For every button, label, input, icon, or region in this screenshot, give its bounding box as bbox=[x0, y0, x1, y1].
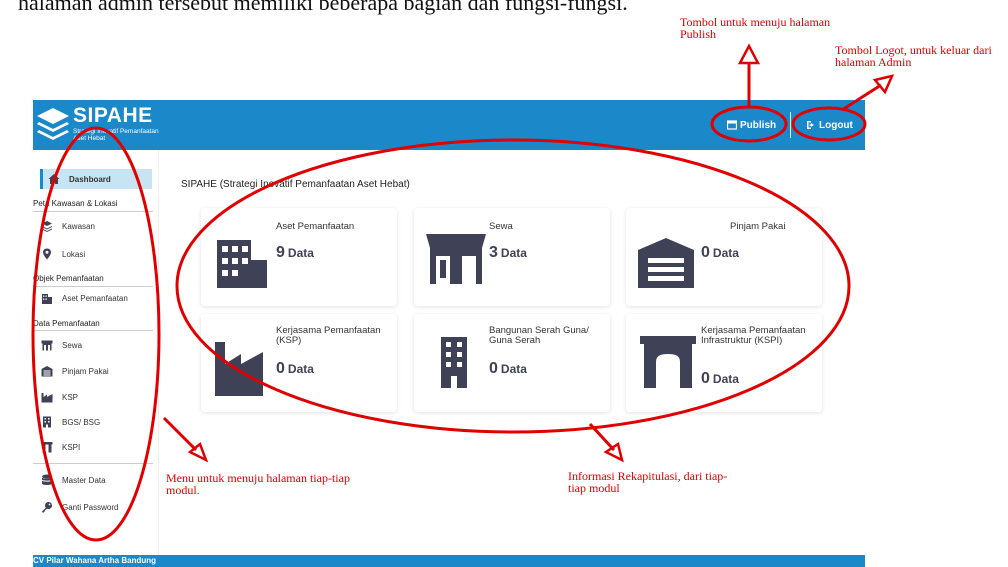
card-title: Pinjam Pakai bbox=[730, 221, 786, 232]
sidebar-item-ganti-password[interactable]: Ganti Password bbox=[41, 498, 118, 516]
archway-icon bbox=[640, 336, 696, 388]
home-icon bbox=[48, 174, 60, 184]
section-divider bbox=[33, 286, 153, 287]
section-objek: Objek Pemanfaatan bbox=[33, 274, 104, 283]
warehouse-icon bbox=[638, 238, 694, 288]
annotation-menu: Menu untuk menuju halaman tiap-tiap modu… bbox=[166, 471, 350, 497]
card-count: 0 bbox=[276, 360, 285, 377]
card-count: 0 bbox=[489, 360, 498, 377]
card-count: 9 bbox=[276, 244, 285, 261]
admin-app-window: SIPAHE Strategi Inovatif Pemanfaatan Ase… bbox=[33, 100, 865, 567]
card-count: 3 bbox=[489, 244, 498, 261]
sidebar-label: Master Data bbox=[62, 475, 106, 485]
card-title: Bangunan Serah Guna/ Guna Serah bbox=[489, 325, 589, 346]
section-data: Data Pemanfaatan bbox=[33, 319, 100, 328]
card-value: 0 Data bbox=[489, 360, 527, 378]
sidebar-label: Lokasi bbox=[62, 249, 86, 259]
annotation-info: Informasi Rekapitulasi, dari tiap-tiap m… bbox=[568, 469, 728, 495]
card-title: Kerjasama Pemanfaatan Infrastruktur (KSP… bbox=[701, 325, 806, 346]
card-aset-pemanfaatan[interactable]: Aset Pemanfaatan 9 Data bbox=[201, 208, 397, 306]
map-pin-icon bbox=[43, 248, 51, 260]
industry-icon bbox=[215, 342, 263, 396]
archway-icon bbox=[41, 442, 53, 453]
section-divider bbox=[33, 211, 153, 212]
layers-icon bbox=[42, 221, 52, 232]
sidebar-item-lokasi[interactable]: Lokasi bbox=[41, 245, 85, 263]
document-heading-line: halaman admin tersebut memiliki beberapa… bbox=[18, 0, 628, 15]
card-bgs-bsg[interactable]: Bangunan Serah Guna/ Guna Serah 0 Data bbox=[414, 314, 610, 412]
sidebar-item-kawasan[interactable]: Kawasan bbox=[41, 217, 95, 235]
sidebar-label: Pinjam Pakai bbox=[62, 366, 109, 376]
section-divider bbox=[33, 463, 153, 464]
sidebar-label: Sewa bbox=[62, 340, 83, 350]
annotation-arrowhead-logout bbox=[872, 74, 895, 95]
key-icon bbox=[42, 502, 52, 513]
sidebar-label: KSPI bbox=[62, 442, 81, 452]
card-value: 0 Data bbox=[276, 360, 314, 378]
card-value: 9 Data bbox=[276, 244, 314, 262]
brand-title: SIPAHE bbox=[73, 104, 153, 127]
sidebar-item-bgs-bsg[interactable]: BGS/ BSG bbox=[41, 413, 100, 431]
sidebar-menu: Dashboard Peta Kawasan & Lokasi Kawasan … bbox=[33, 150, 159, 555]
footer-bar: CV Pilar Wahana Artha Bandung bbox=[33, 555, 865, 567]
buildings-icon bbox=[217, 240, 267, 288]
card-unit: Data bbox=[287, 246, 314, 260]
sidebar-item-kspi[interactable]: KSPI bbox=[41, 438, 80, 456]
card-title: Sewa bbox=[489, 221, 513, 232]
card-title: Kerjasama Pemanfaatan (KSP) bbox=[276, 325, 381, 346]
logout-button[interactable]: Logout bbox=[806, 115, 853, 135]
card-unit: Data bbox=[712, 246, 739, 260]
logout-label: Logout bbox=[819, 119, 853, 131]
sign-out-icon bbox=[807, 121, 814, 129]
card-unit: Data bbox=[712, 372, 739, 386]
brand-logo[interactable]: SIPAHE Strategi Inovatif Pemanfaatan Ase… bbox=[35, 104, 165, 146]
sidebar-item-master-data[interactable]: Master Data bbox=[41, 471, 106, 489]
sidebar-item-ksp[interactable]: KSP bbox=[41, 388, 78, 406]
sidebar-label: KSP bbox=[62, 392, 79, 402]
section-peta: Peta Kawasan & Lokasi bbox=[33, 199, 118, 208]
buildings-icon bbox=[42, 294, 52, 304]
page-title: SIPAHE (Strategi Inovatif Pemanfaatan As… bbox=[181, 179, 410, 190]
window-icon bbox=[727, 120, 737, 130]
brand-subtitle: Strategi Inovatif Pemanfaatan Aset Hebat bbox=[73, 128, 159, 142]
card-sewa[interactable]: Sewa 3 Data bbox=[414, 208, 610, 306]
sidebar-item-sewa[interactable]: Sewa bbox=[41, 336, 82, 354]
card-count: 0 bbox=[701, 370, 710, 387]
card-pinjam-pakai[interactable]: Pinjam Pakai 0 Data bbox=[626, 208, 822, 306]
card-title: Aset Pemanfaatan bbox=[276, 221, 355, 232]
shop-icon bbox=[426, 234, 486, 284]
database-icon bbox=[42, 474, 52, 485]
sidebar-label: BGS/ BSG bbox=[62, 417, 101, 427]
sidebar-item-pinjam-pakai[interactable]: Pinjam Pakai bbox=[41, 362, 109, 380]
top-navbar: SIPAHE Strategi Inovatif Pemanfaatan Ase… bbox=[33, 100, 865, 150]
sidebar-item-aset-pemanfaatan[interactable]: Aset Pemanfaatan bbox=[41, 289, 128, 307]
card-unit: Data bbox=[500, 362, 527, 376]
layers-logo-icon bbox=[37, 108, 69, 140]
sidebar-label: Dashboard bbox=[69, 174, 111, 184]
warehouse-icon bbox=[41, 366, 53, 377]
navbar-divider bbox=[790, 112, 791, 138]
sidebar-label: Kawasan bbox=[62, 221, 95, 231]
shop-icon bbox=[41, 340, 53, 351]
card-unit: Data bbox=[287, 362, 314, 376]
section-divider bbox=[33, 330, 153, 331]
sidebar-item-dashboard[interactable]: Dashboard bbox=[40, 169, 152, 189]
card-value: 3 Data bbox=[489, 244, 527, 262]
publish-label: Publish bbox=[740, 119, 777, 131]
card-ksp[interactable]: Kerjasama Pemanfaatan (KSP) 0 Data bbox=[201, 314, 397, 412]
annotation-arrowhead-publish bbox=[737, 43, 761, 65]
card-unit: Data bbox=[500, 246, 527, 260]
building-icon bbox=[441, 337, 467, 388]
publish-button[interactable]: Publish bbox=[727, 115, 776, 135]
card-value: 0 Data bbox=[701, 244, 739, 262]
sidebar-label: Ganti Password bbox=[62, 502, 119, 512]
building-icon bbox=[43, 416, 51, 428]
industry-icon bbox=[41, 393, 53, 403]
annotation-logout: Tombol Logot, untuk keluar dari halaman … bbox=[835, 43, 992, 69]
card-kspi[interactable]: Kerjasama Pemanfaatan Infrastruktur (KSP… bbox=[626, 314, 822, 412]
annotation-publish: Tombol untuk menuju halaman Publish bbox=[680, 15, 831, 41]
card-count: 0 bbox=[701, 244, 710, 261]
card-value: 0 Data bbox=[701, 370, 739, 388]
sidebar-label: Aset Pemanfaatan bbox=[62, 293, 128, 303]
